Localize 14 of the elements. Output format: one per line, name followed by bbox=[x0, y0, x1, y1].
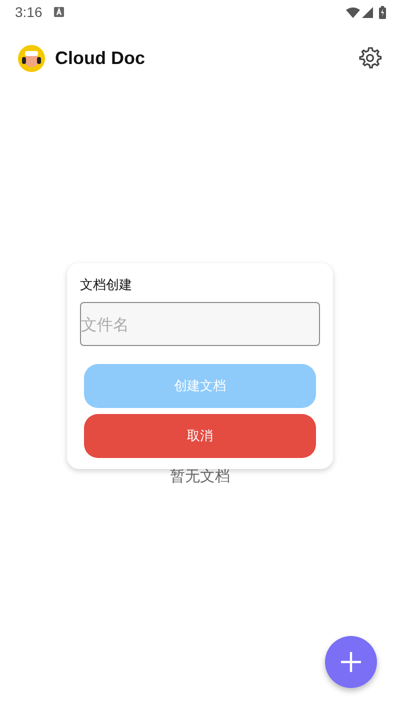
status-time: 3:16 bbox=[15, 4, 42, 20]
plus-icon bbox=[341, 652, 361, 672]
app-title: Cloud Doc bbox=[55, 48, 145, 68]
notification-icon bbox=[54, 7, 64, 17]
cancel-button[interactable]: 取消 bbox=[84, 414, 316, 458]
empty-message: 暂无文档 bbox=[170, 467, 230, 485]
filename-field[interactable]: 文件名 bbox=[80, 302, 320, 346]
settings-icon[interactable] bbox=[358, 46, 382, 70]
battery-icon bbox=[379, 6, 386, 18]
avatar-icon bbox=[18, 44, 45, 72]
signal-icon bbox=[362, 6, 373, 18]
wifi-icon bbox=[346, 6, 360, 18]
add-button[interactable] bbox=[325, 636, 377, 688]
dialog-title: 文档创建 bbox=[80, 277, 133, 294]
